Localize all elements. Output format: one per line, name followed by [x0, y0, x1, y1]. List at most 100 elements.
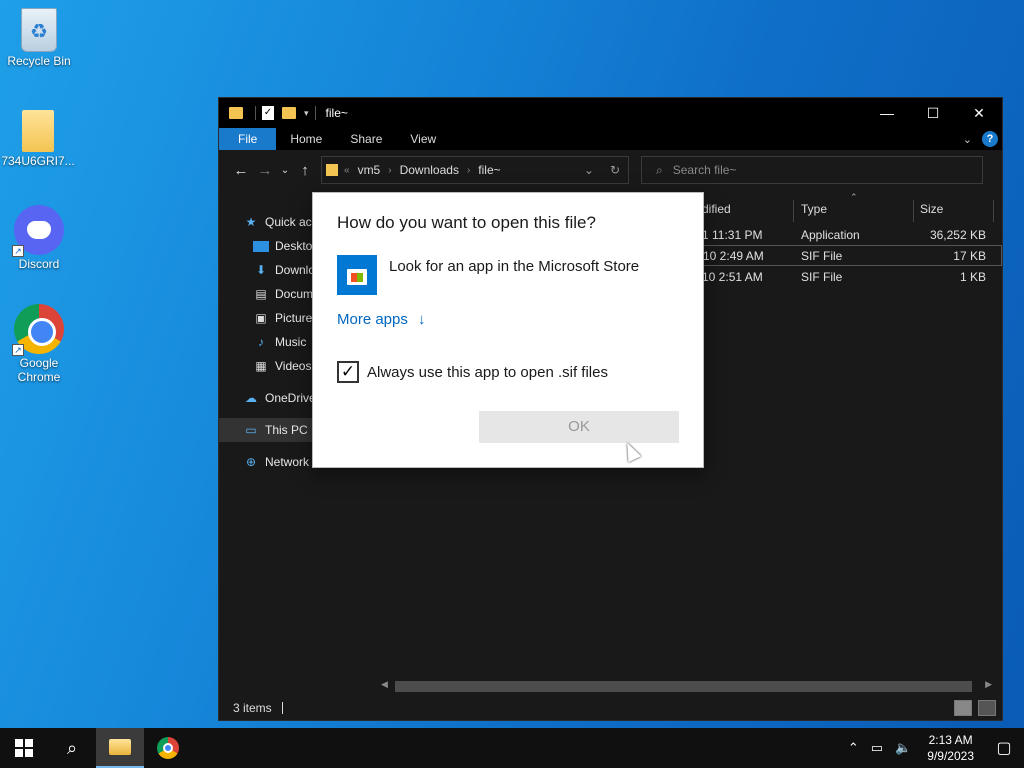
column-date-modified[interactable]: dified	[702, 202, 731, 216]
store-option-label: Look for an app in the Microsoft Store	[389, 258, 640, 275]
documents-icon: ▤	[255, 287, 267, 301]
folder-icon	[229, 107, 243, 119]
column-divider[interactable]	[793, 200, 794, 222]
address-dropdown-icon[interactable]: ⌄	[584, 163, 594, 177]
network-icon[interactable]: ▭	[871, 740, 883, 756]
breadcrumb-overflow-icon[interactable]: «	[344, 165, 350, 176]
search-icon: ⌕	[66, 737, 78, 758]
desktop-icon-recycle-bin[interactable]: Recycle Bin	[1, 8, 77, 68]
music-icon: ♪	[258, 335, 264, 349]
search-icon: ⌕	[656, 162, 663, 177]
more-apps-link[interactable]: More apps ↓	[337, 311, 426, 328]
show-hidden-icons-icon[interactable]: ⌃	[848, 740, 859, 756]
taskbar-chrome[interactable]	[144, 728, 192, 768]
details-view-icon[interactable]	[954, 700, 972, 716]
address-bar[interactable]: « vm5 › Downloads › file~ ⌄ ↻	[321, 156, 629, 184]
volume-muted-icon[interactable]: 🔈	[895, 740, 911, 756]
desktop-icon-label: Recycle Bin	[7, 54, 71, 68]
horizontal-scrollbar[interactable]: ◀ ▶	[377, 678, 994, 694]
tab-home[interactable]: Home	[276, 128, 336, 150]
search-button[interactable]: ⌕	[48, 728, 96, 768]
forward-arrow-icon[interactable]: →	[253, 162, 277, 179]
chrome-icon	[157, 737, 179, 759]
item-count: 3 items	[233, 701, 272, 715]
recycle-bin-icon	[21, 8, 57, 52]
pc-icon: ▭	[245, 423, 257, 437]
scroll-right-icon[interactable]: ▶	[985, 679, 992, 690]
maximize-button[interactable]: ☐	[910, 98, 956, 128]
clock-date: 9/9/2023	[927, 749, 974, 763]
divider	[255, 106, 256, 120]
title-bar: ✓ ▾ file~ — ☐ ✕	[219, 98, 1002, 128]
notifications-icon[interactable]: ▢	[984, 738, 1024, 758]
system-tray: ⌃ ▭ 🔈 2:13 AM 9/9/2023 ▢	[842, 728, 1024, 768]
desktop-icon-label: Discord	[18, 257, 60, 271]
always-use-checkbox[interactable]: ✓	[337, 361, 359, 383]
column-divider[interactable]	[993, 200, 994, 222]
back-arrow-icon[interactable]: ←	[229, 162, 253, 179]
chevron-right-icon[interactable]: ›	[467, 165, 470, 176]
download-icon: ⬇	[255, 263, 267, 277]
network-icon: ⊕	[245, 455, 257, 469]
properties-icon[interactable]: ✓	[262, 106, 274, 120]
column-type[interactable]: Type	[801, 202, 827, 216]
new-folder-icon[interactable]	[282, 107, 296, 119]
help-icon[interactable]: ?	[982, 131, 998, 147]
desktop-icon-discord[interactable]: ↗ Discord	[1, 205, 77, 271]
search-placeholder: Search file~	[672, 163, 737, 177]
column-divider[interactable]	[913, 200, 914, 222]
minimize-button[interactable]: —	[864, 98, 910, 128]
videos-icon: ▦	[255, 359, 267, 373]
microsoft-store-icon	[337, 255, 377, 295]
shortcut-arrow-icon: ↗	[12, 344, 24, 356]
status-bar: 3 items	[219, 696, 1002, 720]
scroll-left-icon[interactable]: ◀	[381, 679, 388, 690]
divider	[281, 702, 283, 714]
expand-ribbon-icon[interactable]: ⌄	[963, 133, 972, 146]
start-button[interactable]	[0, 728, 48, 768]
tab-view[interactable]: View	[396, 128, 450, 150]
open-with-dialog: How do you want to open this file? Look …	[312, 192, 704, 468]
shortcut-arrow-icon: ↗	[12, 245, 24, 257]
always-use-label: Always use this app to open .sif files	[367, 363, 608, 381]
tab-share[interactable]: Share	[336, 128, 396, 150]
ribbon-tabs: File Home Share View ⌄ ?	[219, 128, 1002, 150]
search-box[interactable]: ⌕ Search file~	[641, 156, 983, 184]
divider	[314, 106, 316, 120]
pictures-icon: ▣	[255, 311, 267, 325]
file-explorer-icon	[109, 739, 131, 755]
refresh-icon[interactable]: ↻	[610, 163, 620, 177]
desktop-icon-folder[interactable]: 734U6GRI7...	[0, 110, 76, 168]
scrollbar-thumb[interactable]	[395, 681, 972, 692]
clock[interactable]: 2:13 AM 9/9/2023	[927, 732, 974, 764]
desktop-icon-chrome[interactable]: ↗ Google Chrome	[1, 304, 77, 384]
taskbar-file-explorer[interactable]	[96, 728, 144, 768]
ok-button[interactable]: OK	[479, 411, 679, 443]
breadcrumb-downloads[interactable]: Downloads	[400, 163, 459, 177]
tab-file[interactable]: File	[219, 128, 277, 150]
folder-icon	[326, 164, 338, 176]
star-icon: ★	[245, 215, 257, 229]
breadcrumb-file[interactable]: file~	[478, 163, 500, 177]
customize-toolbar-icon[interactable]: ▾	[304, 108, 309, 119]
navigation-bar: ← → ⌄ ↑ « vm5 › Downloads › file~ ⌄ ↻ ⌕ …	[219, 150, 1002, 190]
always-use-option[interactable]: ✓ Always use this app to open .sif files	[337, 361, 608, 383]
store-option[interactable]: Look for an app in the Microsoft Store	[337, 255, 639, 295]
discord-icon: ↗	[12, 205, 64, 257]
up-arrow-icon[interactable]: ↑	[293, 162, 317, 179]
close-button[interactable]: ✕	[956, 98, 1002, 128]
window-title: file~	[325, 106, 348, 120]
clock-time: 2:13 AM	[928, 733, 973, 747]
chevron-right-icon[interactable]: ›	[388, 165, 391, 176]
breadcrumb-vm5[interactable]: vm5	[358, 163, 381, 177]
desktop-icon	[253, 240, 269, 252]
large-icons-view-icon[interactable]	[978, 700, 996, 716]
folder-icon	[22, 110, 54, 152]
taskbar: ⌕ ⌃ ▭ 🔈 2:13 AM 9/9/2023 ▢	[0, 728, 1024, 768]
sort-up-icon: ⌃	[850, 192, 858, 202]
recent-locations-icon[interactable]: ⌄	[277, 165, 293, 176]
arrow-down-icon: ↓	[418, 311, 426, 328]
column-size[interactable]: Size	[920, 202, 943, 216]
windows-logo-icon	[15, 739, 33, 757]
dialog-title: How do you want to open this file?	[337, 213, 596, 232]
